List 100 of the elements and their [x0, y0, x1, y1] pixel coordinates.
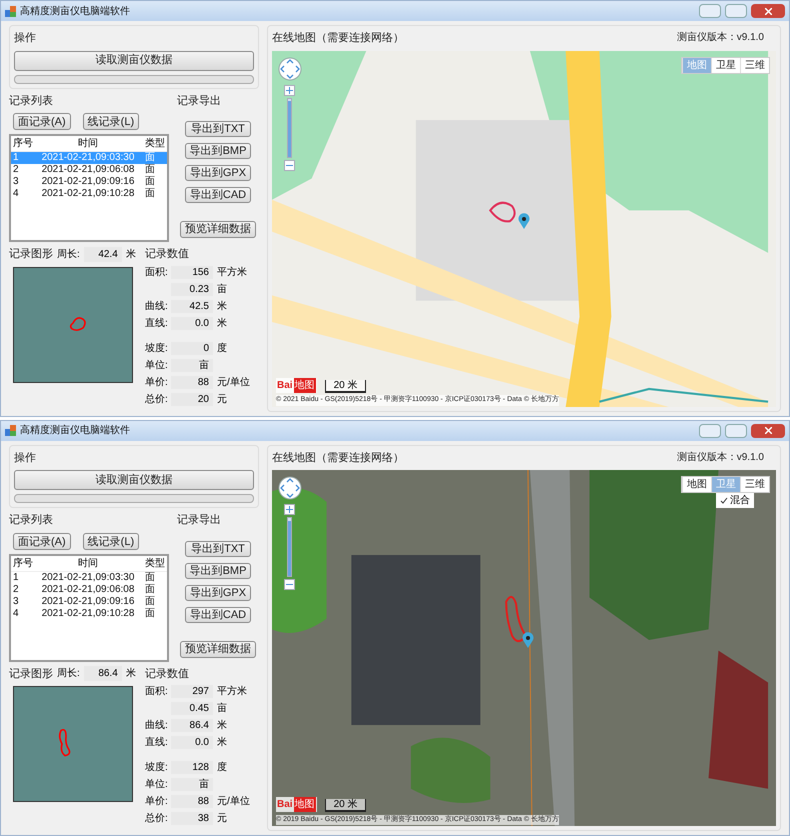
value-label: 坡度:	[145, 762, 168, 773]
column-header: 时间	[77, 136, 99, 151]
pan-control-icon[interactable]	[278, 56, 302, 80]
map-logo: Bai 地图	[276, 378, 317, 392]
zoom-out-button[interactable]	[284, 160, 295, 170]
table-cell-text: 2021-02-21,09:03:30	[40, 152, 136, 164]
push-button[interactable]: 线记录(L)	[82, 113, 140, 130]
value-field: 86.4	[171, 719, 213, 732]
unit-label: 平方米	[217, 684, 247, 699]
push-button[interactable]: 导出到BMP	[185, 562, 251, 578]
group-title: 在线地图（需要连接网络）	[272, 450, 404, 466]
value-label: 单位:	[145, 360, 168, 370]
table-cell-text: 面	[144, 188, 156, 200]
push-button[interactable]: 面记录(A)	[13, 532, 71, 550]
group-title: 记录导出	[177, 94, 222, 108]
column-header: 类型	[144, 556, 165, 570]
push-button[interactable]: 导出到CAD	[185, 187, 251, 203]
table-row[interactable]: 2 2021-02-21,09:06:08 面	[11, 584, 167, 596]
table-row[interactable]: 2 2021-02-21,09:06:08 面	[11, 164, 167, 176]
value-label: 单位:	[145, 779, 168, 790]
close-button[interactable]	[751, 424, 785, 438]
push-button[interactable]: 导出到TXT	[185, 540, 251, 556]
minimize-button[interactable]	[699, 424, 721, 438]
value-label: 曲线:	[145, 720, 168, 731]
value-label: 总价:	[145, 813, 168, 824]
table-cell-text: 2	[12, 164, 20, 176]
table-cell-text: 2021-02-21,09:10:28	[40, 188, 136, 200]
column-header: 类型	[144, 136, 165, 151]
zoom-in-button[interactable]	[284, 504, 295, 515]
map-type-tab[interactable]: 卫星	[711, 58, 740, 72]
minimize-button[interactable]	[699, 4, 721, 18]
push-button[interactable]: 预览详细数据	[180, 640, 256, 658]
group-title: 记录列表	[9, 94, 54, 108]
group-title: 操作	[14, 450, 37, 466]
table-cell-text: 2021-02-21,09:06:08	[40, 164, 136, 176]
value-field: 0.0	[171, 736, 213, 749]
maximize-button[interactable]	[725, 4, 747, 18]
zoom-slider[interactable]	[287, 517, 292, 577]
plus-icon	[286, 86, 293, 94]
table-cell-text: 3	[12, 596, 20, 608]
table-row[interactable]: 3 2021-02-21,09:09:16 面	[11, 596, 167, 608]
plus-icon	[286, 506, 293, 513]
value-label: 直线:	[145, 737, 168, 748]
hybrid-checkbox[interactable]	[720, 496, 728, 504]
zoom-in-button[interactable]	[284, 84, 295, 96]
value-label: 直线:	[145, 318, 168, 328]
zoom-slider[interactable]	[287, 98, 292, 158]
close-button[interactable]	[751, 4, 785, 18]
window-title: 高精度测亩仪电脑端软件	[20, 424, 130, 438]
unit-label: 米	[217, 316, 227, 330]
table-cell-text: 1	[12, 152, 20, 164]
minus-icon	[286, 581, 293, 588]
map-type-tab[interactable]: 三维	[740, 58, 769, 72]
close-icon	[764, 8, 772, 14]
push-button[interactable]: 线记录(L)	[82, 532, 140, 550]
table-cell-text: 3	[12, 176, 20, 188]
unit-label: 元	[217, 392, 227, 406]
zoom-out-button[interactable]	[284, 579, 295, 590]
value-label: 曲线:	[145, 300, 168, 312]
push-button[interactable]: 读取测亩仪数据	[14, 50, 254, 70]
table-row[interactable]: 3 2021-02-21,09:09:16 面	[11, 176, 167, 188]
push-button[interactable]: 导出到CAD	[185, 606, 251, 622]
value-field: 88	[171, 376, 213, 388]
group-title: 记录图形	[9, 247, 53, 262]
table-cell-text: 2021-02-21,09:09:16	[40, 596, 136, 608]
check-icon	[720, 496, 728, 504]
push-button[interactable]: 导出到GPX	[185, 584, 251, 600]
value-label: 单价:	[145, 376, 168, 388]
table-cell-text: 4	[12, 188, 20, 200]
push-button[interactable]: 预览详细数据	[180, 221, 256, 238]
table-row[interactable]: 1 2021-02-21,09:03:30 面	[11, 572, 167, 584]
version-label: 测亩仪版本：v9.1.0	[676, 450, 765, 464]
unit-label: 元/单位	[217, 376, 250, 390]
value-field: 0.0	[171, 316, 213, 330]
table-cell-text: 2021-02-21,09:06:08	[40, 584, 136, 596]
value-field: 0.23	[171, 282, 213, 296]
table-cell-text: 2021-02-21,09:09:16	[40, 176, 136, 188]
table-cell-text: 面	[144, 164, 156, 176]
perimeter-value: 86.4	[84, 666, 122, 682]
push-button[interactable]: 面记录(A)	[13, 113, 71, 130]
record-shape	[70, 316, 86, 330]
table-cell-text: 面	[144, 584, 156, 596]
value-field: 88	[171, 795, 213, 808]
value-label: 坡度:	[145, 342, 168, 354]
pan-control-icon[interactable]	[278, 476, 302, 500]
push-button[interactable]: 导出到TXT	[185, 121, 251, 137]
table-cell-text: 4	[12, 608, 20, 620]
push-button[interactable]: 导出到GPX	[185, 165, 251, 181]
value-field: 38	[171, 812, 213, 825]
push-button[interactable]: 读取测亩仪数据	[14, 470, 254, 490]
maximize-button[interactable]	[725, 424, 747, 438]
checkbox-label: 混合	[730, 494, 750, 508]
map-type-tab[interactable]: 三维	[740, 477, 769, 492]
value-label: 面积:	[145, 686, 168, 697]
perimeter-label: 周长:	[57, 248, 80, 262]
table-row[interactable]: 4 2021-02-21,09:10:28 面	[11, 188, 167, 200]
map-scale: 20 米	[324, 799, 366, 812]
unit-label: 米	[217, 300, 227, 314]
push-button[interactable]: 导出到BMP	[185, 143, 251, 159]
table-row[interactable]: 4 2021-02-21,09:10:28 面	[11, 608, 167, 620]
